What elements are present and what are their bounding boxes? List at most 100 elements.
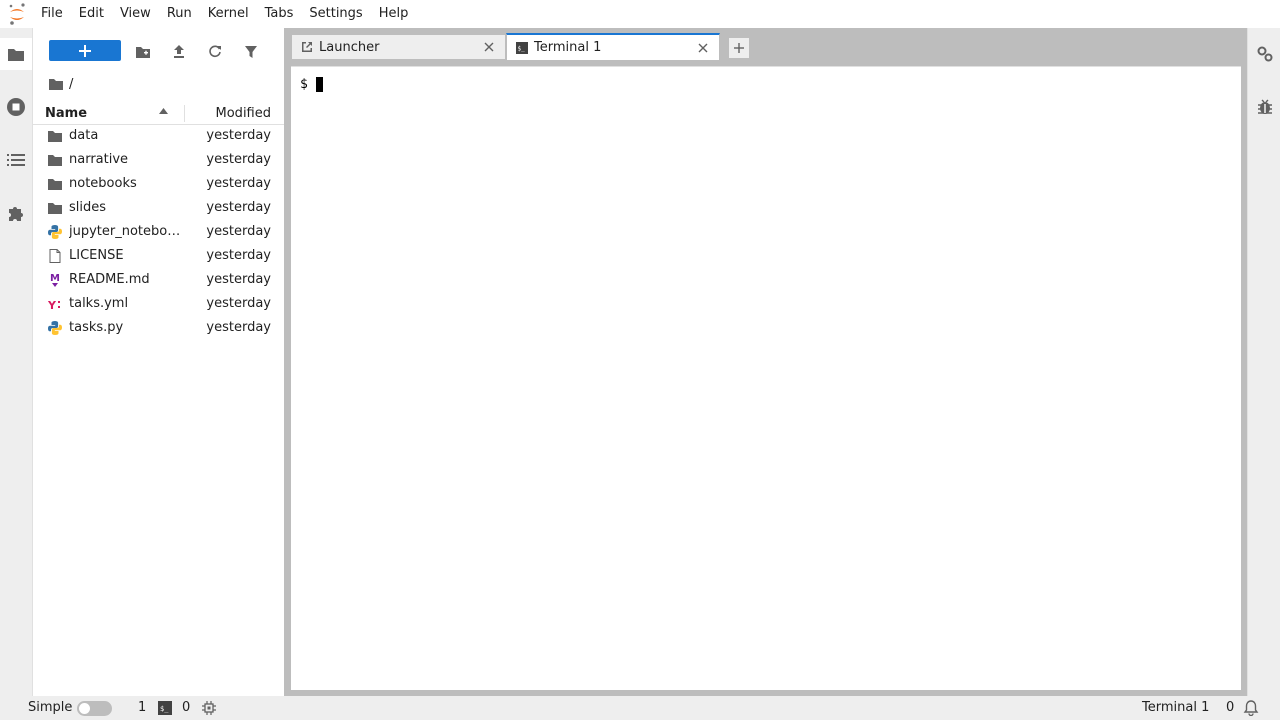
simple-mode-toggle[interactable] [77,701,112,716]
file-row-license[interactable]: LICENSE yesterday [33,244,284,268]
kernels-count[interactable]: 0 [182,700,190,715]
file-browser-tab[interactable] [0,38,32,70]
right-sidebar [1247,28,1280,696]
menu-edit[interactable]: Edit [71,0,112,28]
folder-icon [8,49,24,61]
terminals-count[interactable]: 1 [138,700,146,715]
column-divider[interactable] [184,105,185,122]
python-file-icon [47,224,63,240]
prompt-symbol: $ [300,77,308,92]
folder-icon [47,128,63,144]
terminal-icon[interactable]: $_ [157,700,173,716]
left-sidebar [0,28,33,696]
filter-button[interactable] [239,40,263,64]
file-row-notebooks[interactable]: notebooks yesterday [33,172,284,196]
file-row-jupyter-notebook-py[interactable]: jupyter_notebo… yesterday [33,220,284,244]
status-bar: Simple 1 $_ 0 Terminal 1 0 [0,696,1280,720]
new-folder-button[interactable] [131,40,155,64]
plus-icon [734,43,744,53]
file-name: tasks.py [69,320,124,335]
file-modified: yesterday [206,272,271,287]
tab-terminal-1[interactable]: $_ Terminal 1 [506,33,720,60]
extension-manager-tab[interactable] [0,197,32,229]
jupyter-logo-icon [0,0,33,28]
file-modified: yesterday [206,152,271,167]
file-row-talks-yml[interactable]: Y talks.yml yesterday [33,292,284,316]
svg-text:$_: $_ [518,45,526,52]
bug-icon [1258,99,1272,114]
file-name: slides [69,200,107,215]
menu-kernel[interactable]: Kernel [200,0,257,28]
menu-help[interactable]: Help [371,0,417,28]
tab-label: Launcher [319,39,380,55]
kernel-chip-icon[interactable] [201,700,217,716]
add-tab-button[interactable] [728,37,750,59]
python-file-icon [47,320,63,336]
file-row-narrative[interactable]: narrative yesterday [33,148,284,172]
file-name: LICENSE [69,248,124,263]
toggle-knob [79,703,90,714]
tab-label: Terminal 1 [534,40,602,55]
bell-icon[interactable] [1243,700,1259,716]
filter-icon [245,46,257,58]
debugger-tab[interactable] [1249,91,1280,123]
current-activity-label: Terminal 1 [1142,700,1210,715]
file-row-slides[interactable]: slides yesterday [33,196,284,220]
file-list-header: Name Modified [33,102,284,125]
launcher-icon [300,40,314,54]
file-name: data [69,128,99,143]
refresh-icon [209,45,221,58]
stop-circle-icon [7,98,25,116]
name-column-header[interactable]: Name [45,106,87,121]
close-icon[interactable] [695,40,711,56]
file-row-data[interactable]: data yesterday [33,124,284,148]
property-inspector-tab[interactable] [1249,38,1280,70]
list-icon [7,154,25,166]
folder-icon [47,176,63,192]
file-name: notebooks [69,176,137,191]
terminal-icon: $_ [515,41,529,55]
file-name: jupyter_notebo… [69,224,181,239]
menu-view[interactable]: View [112,0,159,28]
new-folder-icon [136,47,150,58]
main-dock-area: Launcher $_ Terminal 1 $ [284,28,1247,696]
tab-launcher[interactable]: Launcher [291,34,506,60]
folder-icon [47,200,63,216]
simple-mode-label: Simple [28,700,73,715]
file-row-tasks-py[interactable]: tasks.py yesterday [33,316,284,340]
menu-file[interactable]: File [33,0,71,28]
menu-bar: File Edit View Run Kernel Tabs Settings … [0,0,1280,28]
terminal-panel[interactable]: $ [291,66,1241,690]
upload-button[interactable] [167,40,191,64]
close-icon[interactable] [481,39,497,55]
new-launcher-button[interactable] [49,40,121,61]
file-modified: yesterday [206,224,271,239]
breadcrumb-root[interactable]: / [69,77,73,92]
menu-tabs[interactable]: Tabs [257,0,302,28]
file-modified: yesterday [206,176,271,191]
terminal-prompt: $ [300,77,323,92]
panel-split-handle[interactable] [284,28,291,696]
menu-run[interactable]: Run [159,0,200,28]
svg-text:$_: $_ [160,705,169,713]
file-name: talks.yml [69,296,129,311]
refresh-button[interactable] [203,40,227,64]
sort-ascending-icon [159,108,168,114]
modified-column-header[interactable]: Modified [216,106,271,121]
running-sessions-tab[interactable] [0,91,32,123]
markdown-file-icon: M [47,272,63,288]
svg-text:M: M [50,273,60,284]
breadcrumb: / [49,74,73,94]
file-name: README.md [69,272,150,287]
folder-icon[interactable] [49,78,63,90]
table-of-contents-tab[interactable] [0,144,32,176]
notifications-count[interactable]: 0 [1226,700,1234,715]
menu-settings[interactable]: Settings [301,0,370,28]
file-name: narrative [69,152,129,167]
file-modified: yesterday [206,296,271,311]
upload-icon [174,45,184,58]
file-list: data yesterday narrative yesterday noteb… [33,124,284,340]
puzzle-icon [9,207,23,221]
folder-icon [47,152,63,168]
file-row-readme[interactable]: M README.md yesterday [33,268,284,292]
